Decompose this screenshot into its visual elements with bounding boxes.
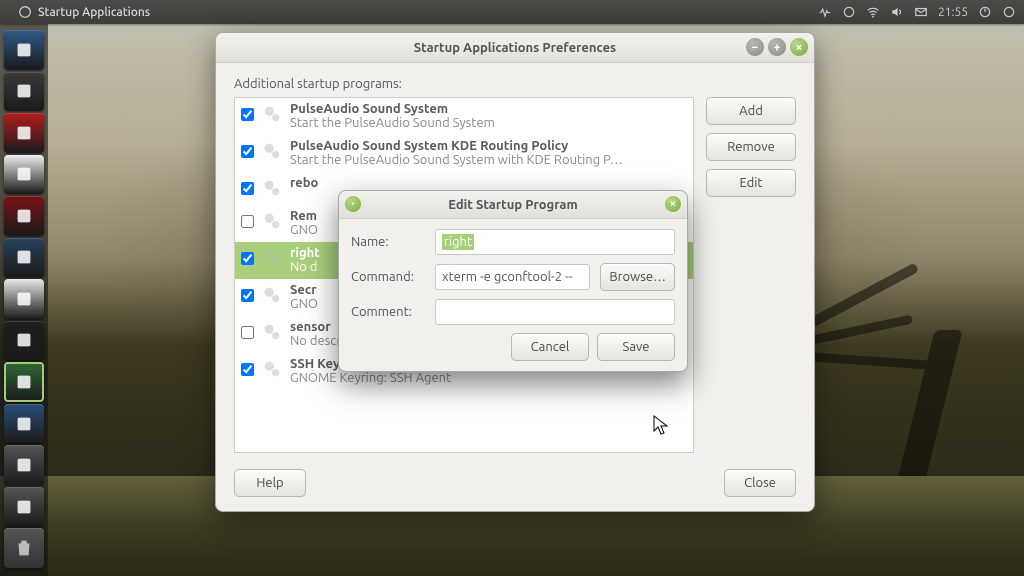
window-maximize-button[interactable]: + <box>768 38 786 56</box>
item-checkbox[interactable] <box>241 252 254 265</box>
item-title: PulseAudio Sound System KDE Routing Poli… <box>290 139 623 153</box>
close-button[interactable]: Close <box>724 469 796 497</box>
launcher-dock <box>0 24 48 576</box>
browse-button[interactable]: Browse… <box>600 263 675 291</box>
dock-item-terminal[interactable] <box>4 321 44 361</box>
dock-item-settings[interactable] <box>4 487 44 527</box>
edit-startup-dialog: · Edit Startup Program × Name: right Com… <box>338 190 688 372</box>
name-input[interactable]: right <box>435 229 675 255</box>
list-heading: Additional startup programs: <box>234 77 796 91</box>
dock-item-keyring[interactable] <box>4 445 44 485</box>
item-title: right <box>290 246 320 260</box>
window-close-button[interactable]: × <box>790 38 808 56</box>
battery-icon[interactable] <box>818 5 832 19</box>
command-label: Command: <box>351 270 425 284</box>
dialog-titlebar[interactable]: · Edit Startup Program × <box>339 191 687 219</box>
clock[interactable]: 21:55 <box>938 6 968 19</box>
save-button[interactable]: Save <box>597 333 675 361</box>
item-checkbox[interactable] <box>241 182 254 195</box>
remove-button[interactable]: Remove <box>706 133 796 161</box>
gears-icon <box>260 102 284 126</box>
item-checkbox[interactable] <box>241 363 254 376</box>
comment-label: Comment: <box>351 305 425 319</box>
window-minimize-button[interactable]: − <box>746 38 764 56</box>
list-item[interactable]: PulseAudio Sound SystemStart the PulseAu… <box>235 98 693 135</box>
item-desc: GNO <box>290 297 318 311</box>
add-button[interactable]: Add <box>706 97 796 125</box>
list-item[interactable]: PulseAudio Sound System KDE Routing Poli… <box>235 135 693 172</box>
dock-item-reader[interactable] <box>4 196 44 236</box>
top-panel: Startup Applications 21:55 <box>0 0 1024 24</box>
distro-logo-icon[interactable] <box>18 5 32 19</box>
window-title: Startup Applications Preferences <box>414 41 616 55</box>
item-checkbox[interactable] <box>241 215 254 228</box>
dock-item-books[interactable] <box>4 238 44 278</box>
item-checkbox[interactable] <box>241 289 254 302</box>
power-icon[interactable] <box>978 5 992 19</box>
item-title: rebo <box>290 176 318 190</box>
edit-button[interactable]: Edit <box>706 169 796 197</box>
gears-icon <box>260 246 284 270</box>
help-button[interactable]: Help <box>234 469 306 497</box>
comment-input[interactable] <box>435 299 675 325</box>
gears-icon <box>260 357 284 381</box>
dock-item-startup[interactable] <box>4 362 44 402</box>
session-icon[interactable] <box>1002 5 1016 19</box>
item-desc: GNO <box>290 223 318 237</box>
dock-item-refresh[interactable] <box>4 72 44 112</box>
gears-icon <box>260 209 284 233</box>
item-title: PulseAudio Sound System <box>290 102 495 116</box>
dock-item-files[interactable] <box>4 30 44 70</box>
item-checkbox[interactable] <box>241 326 254 339</box>
item-desc: Start the PulseAudio Sound System <box>290 116 495 130</box>
name-label: Name: <box>351 235 425 249</box>
gears-icon <box>260 320 284 344</box>
dock-item-opera[interactable] <box>4 113 44 153</box>
item-title: Rem <box>290 209 318 223</box>
window-titlebar[interactable]: Startup Applications Preferences − + × <box>216 33 814 63</box>
command-input[interactable] <box>435 264 590 290</box>
dock-item-display[interactable] <box>4 404 44 444</box>
dialog-menu-button[interactable]: · <box>345 196 361 212</box>
item-checkbox[interactable] <box>241 108 254 121</box>
wifi-icon[interactable] <box>866 5 880 19</box>
gears-icon <box>260 139 284 163</box>
dock-item-document[interactable] <box>4 155 44 195</box>
item-desc: Start the PulseAudio Sound System with K… <box>290 153 623 167</box>
dock-trash[interactable] <box>4 528 44 568</box>
dock-item-media[interactable] <box>4 279 44 319</box>
item-title: Secr <box>290 283 318 297</box>
dialog-close-button[interactable]: × <box>665 196 681 212</box>
topbar-app-title: Startup Applications <box>38 6 150 19</box>
mail-icon[interactable] <box>914 5 928 19</box>
gears-icon <box>260 176 284 200</box>
item-checkbox[interactable] <box>241 145 254 158</box>
item-desc: No d <box>290 260 320 274</box>
volume-icon[interactable] <box>890 5 904 19</box>
item-desc: GNOME Keyring: SSH Agent <box>290 371 451 385</box>
cancel-button[interactable]: Cancel <box>511 333 589 361</box>
update-icon[interactable] <box>842 5 856 19</box>
gears-icon <box>260 283 284 307</box>
dialog-title: Edit Startup Program <box>448 198 577 212</box>
